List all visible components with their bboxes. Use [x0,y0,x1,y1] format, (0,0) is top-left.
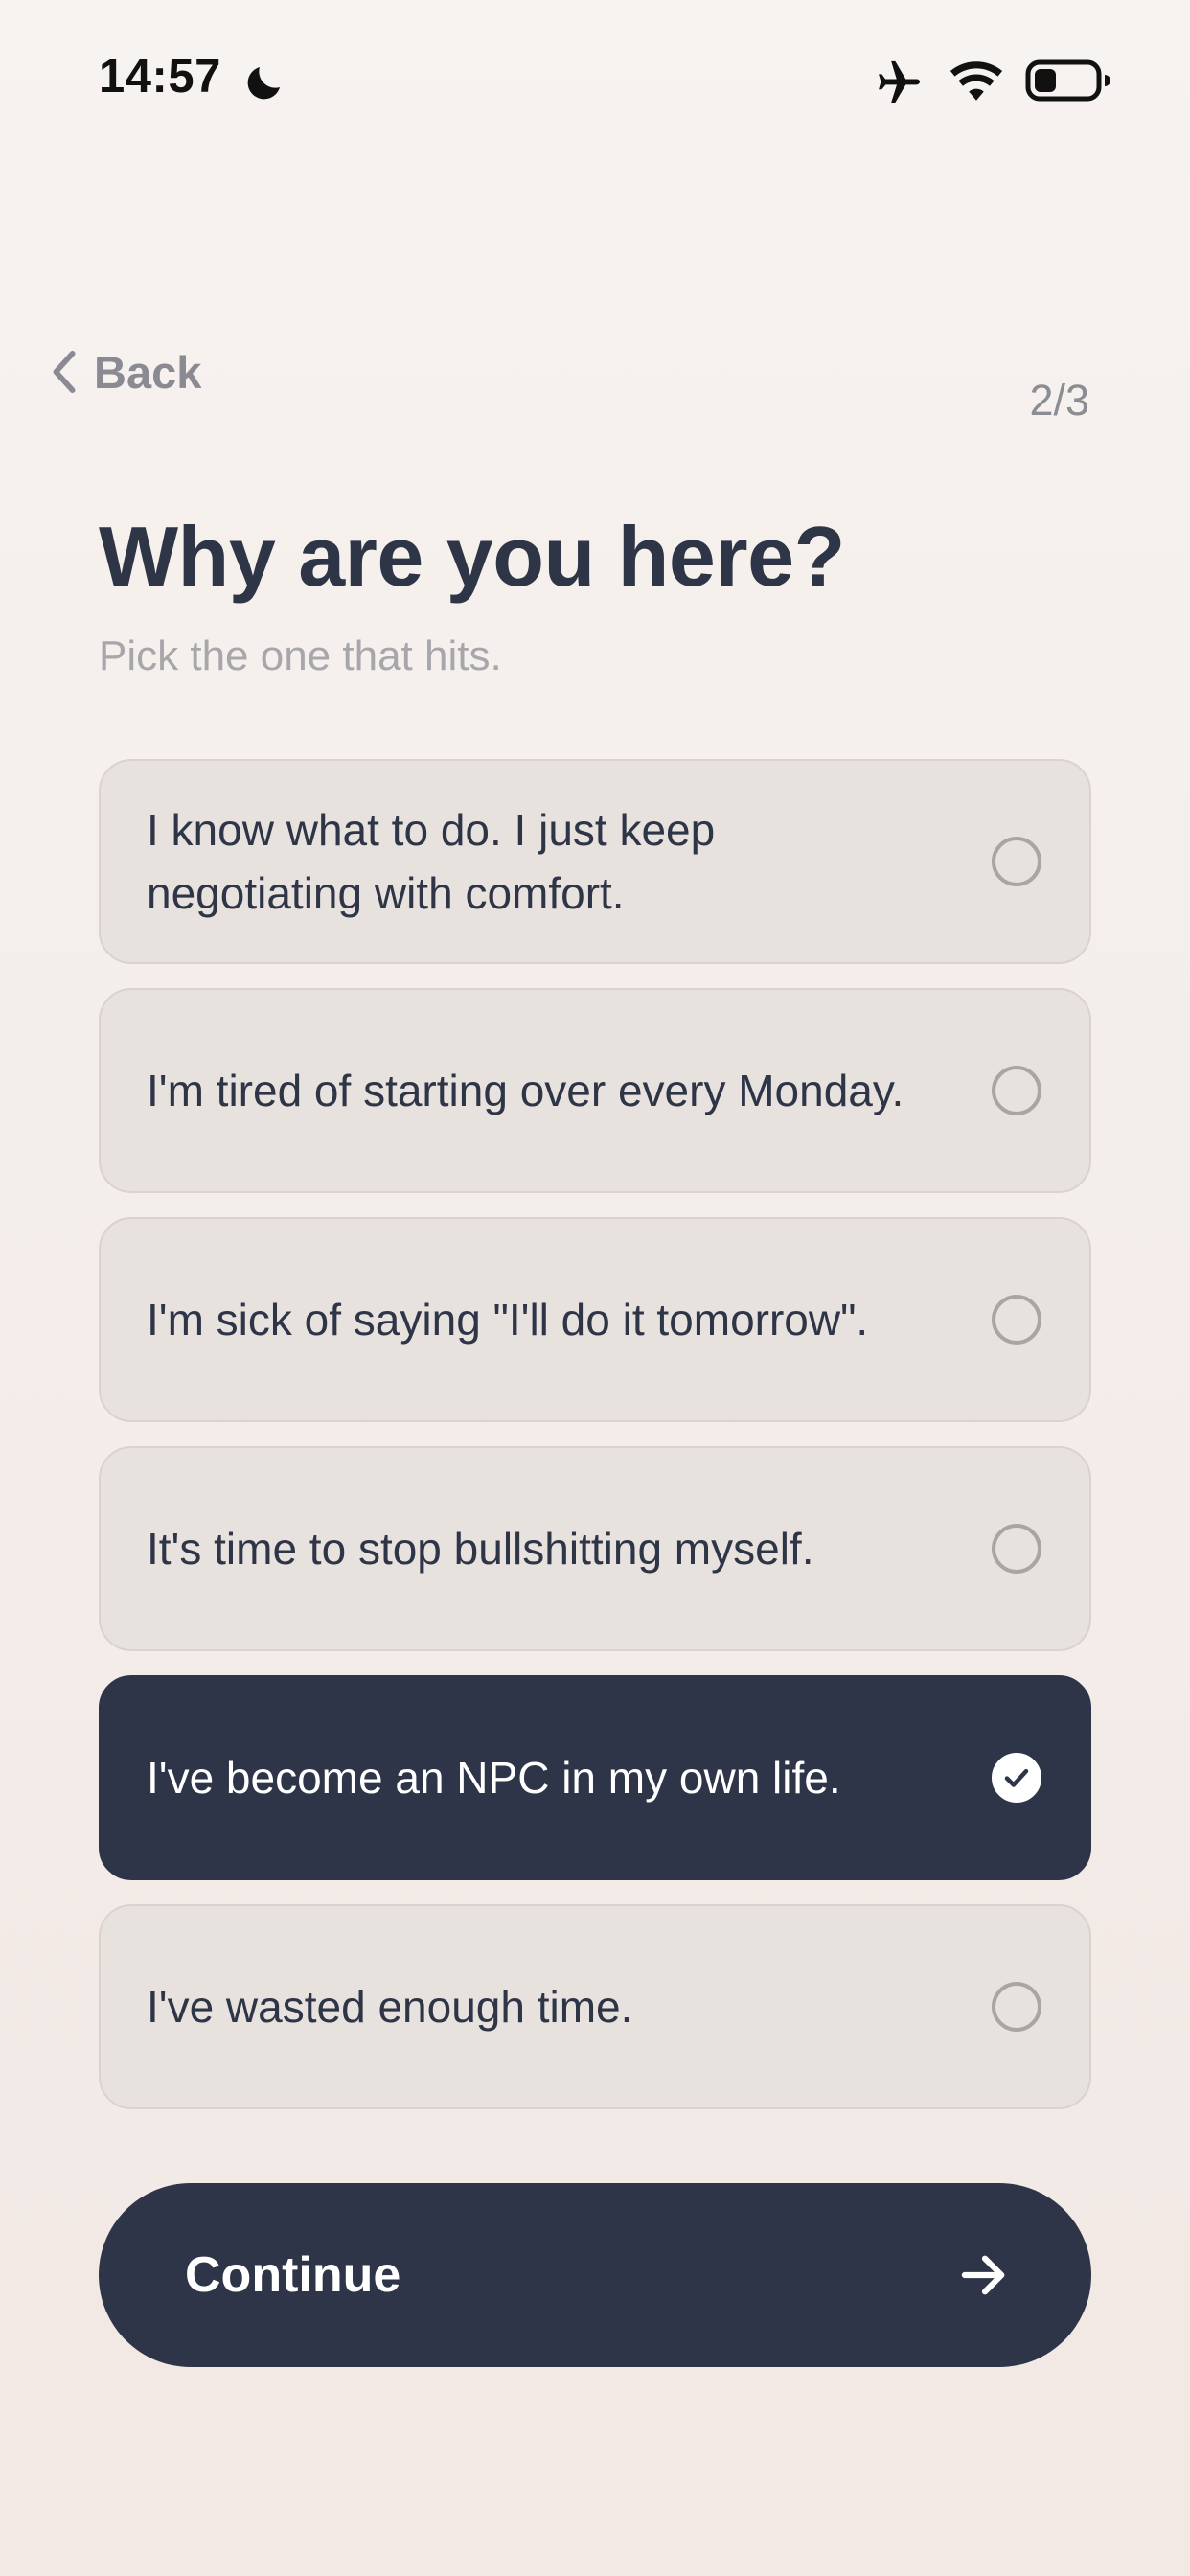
radio-button[interactable] [992,837,1041,886]
step-indicator: 2/3 [1029,376,1089,425]
option-label: I'm sick of saying "I'll do it tomorrow"… [147,1295,869,1345]
option-card[interactable]: It's time to stop bullshitting myself. [99,1446,1091,1651]
chevron-left-icon [53,350,76,394]
option-card-selected[interactable]: I've become an NPC in my own life. [99,1675,1091,1880]
radio-button[interactable] [992,1295,1041,1345]
option-card[interactable]: I've wasted enough time. [99,1904,1091,2109]
option-label: I've wasted enough time. [147,1982,633,2032]
battery-icon [1025,59,1110,102]
radio-button[interactable] [992,1066,1041,1116]
option-card[interactable]: I'm tired of starting over every Monday. [99,988,1091,1193]
radio-button[interactable] [992,1524,1041,1574]
radio-button-checked[interactable] [992,1753,1041,1803]
continue-button[interactable]: Continue [99,2183,1091,2367]
moon-icon [247,67,280,100]
page-title: Why are you here? [99,509,845,604]
option-card[interactable]: I'm sick of saying "I'll do it tomorrow"… [99,1217,1091,1422]
checkmark-icon [1004,1768,1029,1787]
page-subtitle: Pick the one that hits. [99,632,502,679]
option-label: It's time to stop bullshitting myself. [147,1524,814,1574]
option-label: I'm tired of starting over every Monday. [147,1066,904,1116]
option-label: I've become an NPC in my own life. [147,1753,841,1803]
option-list: I know what to do. I just keep negotiati… [99,759,1091,2133]
status-time: 14:57 [99,51,221,103]
status-bar: 14:57 [0,0,1190,163]
option-card[interactable]: I know what to do. I just keep negotiati… [99,759,1091,964]
back-button[interactable]: Back [50,341,201,402]
continue-label: Continue [185,2247,401,2303]
airplane-icon [879,60,921,103]
option-label: I know what to do. I just keep negotiati… [147,805,716,918]
arrow-right-icon [961,2255,1005,2295]
radio-button[interactable] [992,1982,1041,2032]
back-label: Back [94,346,202,398]
wifi-icon [950,61,1003,101]
